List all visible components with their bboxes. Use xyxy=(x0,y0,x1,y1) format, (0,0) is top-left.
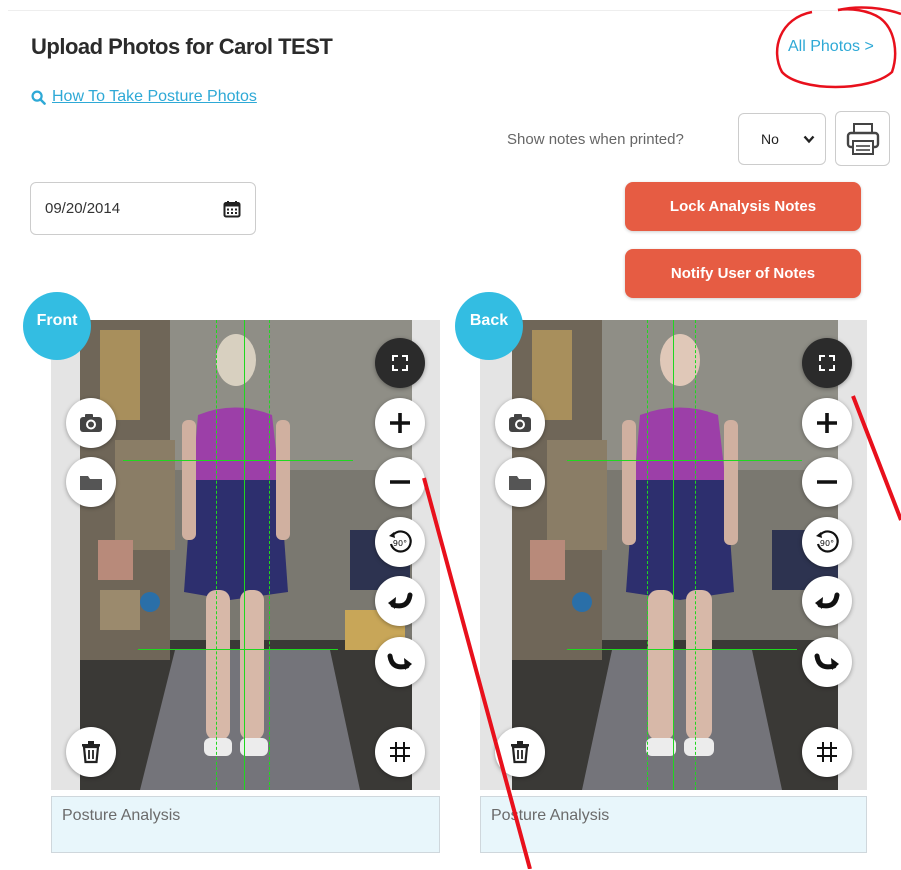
front-posture-photo[interactable] xyxy=(80,320,412,790)
folder-icon xyxy=(509,476,531,490)
camera-icon xyxy=(509,414,531,432)
plus-icon xyxy=(390,413,410,433)
photo-label-badge: Back xyxy=(455,292,523,360)
photo-label-badge: Front xyxy=(23,292,91,360)
search-icon xyxy=(31,89,46,105)
date-value: 09/20/2014 xyxy=(45,200,121,217)
posture-guide-line xyxy=(138,649,338,650)
rotate-right-icon xyxy=(387,653,412,670)
calendar-icon[interactable] xyxy=(223,200,241,218)
print-button[interactable] xyxy=(835,111,890,166)
how-to-link[interactable]: How To Take Posture Photos xyxy=(31,88,257,106)
delete-button[interactable] xyxy=(66,727,116,777)
page-title: Upload Photos for Carol TEST xyxy=(31,34,333,59)
chevron-down-icon xyxy=(803,135,815,143)
rotate-left-button[interactable] xyxy=(802,576,852,626)
zoom-out-button[interactable] xyxy=(375,457,425,507)
posture-guide-line xyxy=(269,320,270,790)
grid-toggle-button[interactable] xyxy=(802,727,852,777)
fullscreen-button[interactable] xyxy=(375,338,425,388)
trash-icon xyxy=(82,741,100,764)
back-photo-panel: Back 90° Posture Analysis xyxy=(455,292,895,857)
svg-text:90°: 90° xyxy=(820,539,834,548)
front-photo-panel: Front 90° Posture Analysis xyxy=(23,292,463,857)
front-photo-image xyxy=(80,320,412,790)
notes-print-select[interactable]: No xyxy=(738,113,826,165)
posture-guide-line xyxy=(647,320,648,790)
svg-text:90°: 90° xyxy=(393,539,407,548)
camera-icon xyxy=(80,414,102,432)
notes-print-label: Show notes when printed? xyxy=(507,131,684,148)
date-input[interactable]: 09/20/2014 xyxy=(30,182,256,235)
grid-icon xyxy=(817,742,837,762)
folder-icon xyxy=(80,476,102,490)
notify-user-button[interactable]: Notify User of Notes xyxy=(625,249,861,298)
minus-icon xyxy=(390,480,410,484)
delete-button[interactable] xyxy=(495,727,545,777)
rotate-90-button[interactable]: 90° xyxy=(375,517,425,567)
back-posture-photo[interactable] xyxy=(512,320,838,790)
minus-icon xyxy=(817,480,837,484)
how-to-link-label: How To Take Posture Photos xyxy=(52,88,257,105)
rotate-90-icon: 90° xyxy=(816,530,839,553)
zoom-out-button[interactable] xyxy=(802,457,852,507)
all-photos-link[interactable]: All Photos > xyxy=(788,38,874,56)
zoom-in-button[interactable] xyxy=(375,398,425,448)
rotate-90-button[interactable]: 90° xyxy=(802,517,852,567)
camera-button[interactable] xyxy=(495,398,545,448)
posture-guide-line xyxy=(123,460,353,461)
folder-button[interactable] xyxy=(66,457,116,507)
posture-guide-line xyxy=(567,649,797,650)
notes-print-selected: No xyxy=(761,131,779,147)
trash-icon xyxy=(511,741,529,764)
posture-guide-line xyxy=(216,320,217,790)
posture-guide-line xyxy=(673,320,674,790)
posture-guide-line xyxy=(244,320,245,790)
expand-icon xyxy=(819,355,835,371)
camera-button[interactable] xyxy=(66,398,116,448)
rotate-right-button[interactable] xyxy=(375,637,425,687)
rotate-90-icon: 90° xyxy=(389,530,412,553)
printer-icon xyxy=(846,122,879,155)
rotate-left-icon xyxy=(815,592,840,609)
expand-icon xyxy=(392,355,408,371)
rotate-right-icon xyxy=(814,653,839,670)
grid-icon xyxy=(390,742,410,762)
posture-analysis-notes[interactable]: Posture Analysis xyxy=(51,796,440,853)
back-photo-image xyxy=(512,320,838,790)
plus-icon xyxy=(817,413,837,433)
folder-button[interactable] xyxy=(495,457,545,507)
posture-guide-line xyxy=(567,460,802,461)
posture-guide-line xyxy=(695,320,696,790)
lock-analysis-notes-button[interactable]: Lock Analysis Notes xyxy=(625,182,861,231)
grid-toggle-button[interactable] xyxy=(375,727,425,777)
rotate-right-button[interactable] xyxy=(802,637,852,687)
posture-analysis-notes[interactable]: Posture Analysis xyxy=(480,796,867,853)
rotate-left-icon xyxy=(388,592,413,609)
fullscreen-button[interactable] xyxy=(802,338,852,388)
rotate-left-button[interactable] xyxy=(375,576,425,626)
zoom-in-button[interactable] xyxy=(802,398,852,448)
